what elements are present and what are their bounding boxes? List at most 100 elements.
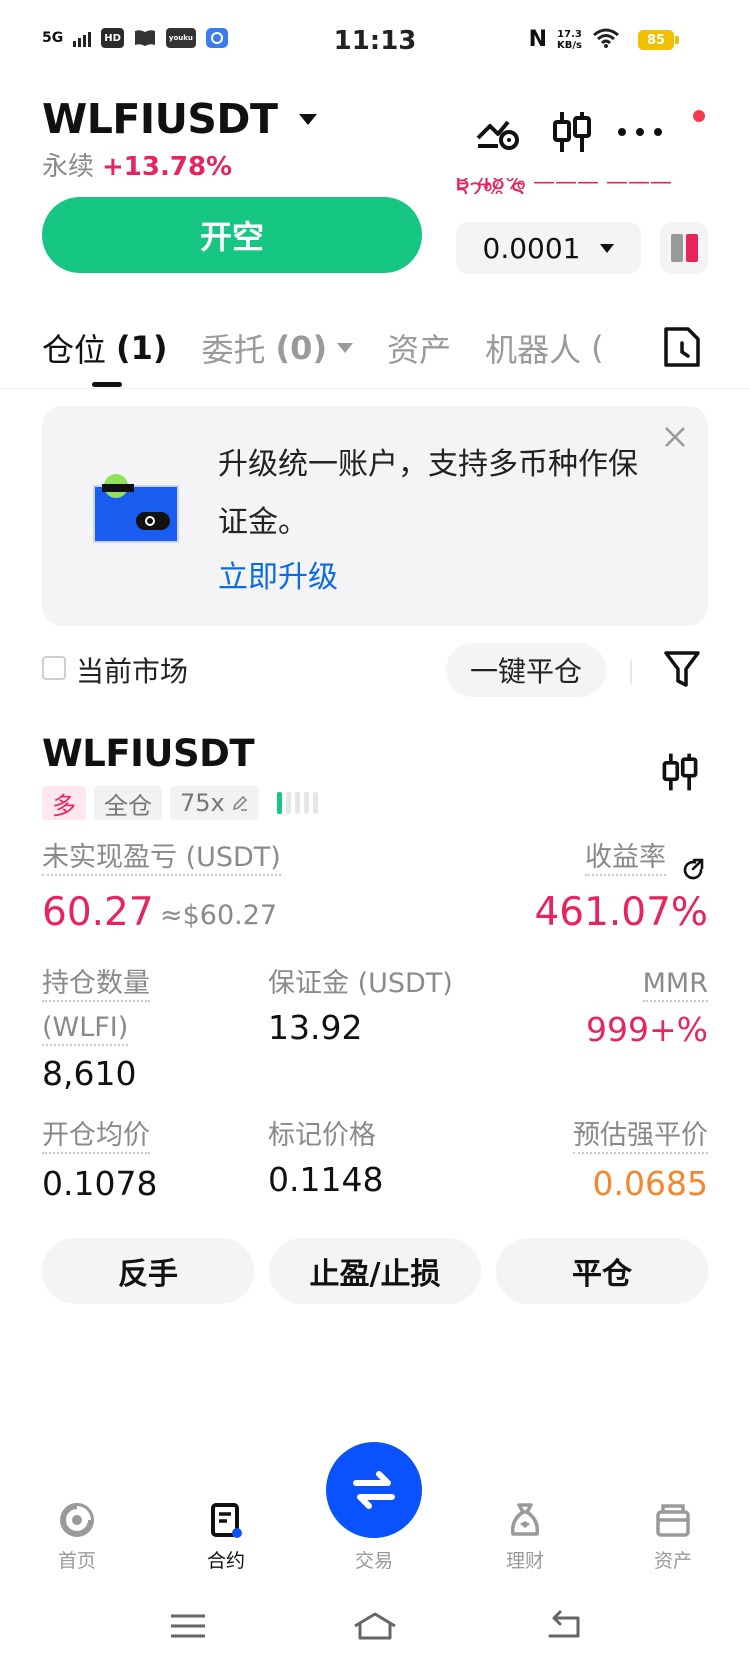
tab-scroll-fade — [600, 318, 640, 368]
nav-earn[interactable]: 理财 — [465, 1500, 585, 1573]
network-speed-value: 17.3 — [557, 29, 582, 40]
layout-ask-bar — [685, 234, 698, 262]
unrealized-pnl-value: 60.27 — [42, 890, 154, 935]
trade-fab-button[interactable] — [326, 1442, 422, 1538]
banner-text: 升级统一账户，支持多币种作保证金。 — [218, 447, 638, 540]
chevron-down-icon — [337, 343, 354, 353]
futures-icon — [211, 1503, 242, 1538]
current-market-checkbox[interactable] — [42, 656, 66, 680]
nav-assets[interactable]: 资产 — [613, 1500, 733, 1573]
chevron-down-icon — [600, 243, 615, 253]
tab-positions-count: (1) — [116, 329, 168, 367]
system-navigation-bar — [0, 1590, 750, 1667]
history-icon[interactable] — [662, 325, 702, 369]
adl-indicator — [276, 792, 318, 814]
chevron-down-icon — [299, 113, 318, 125]
open-short-button[interactable]: 开空 — [42, 197, 422, 273]
tab-bots[interactable]: 机器人 ( — [485, 325, 605, 371]
unrealized-pnl-usd: ≈$60.27 — [160, 900, 278, 931]
leverage-value: 75x — [180, 789, 225, 817]
tab-assets[interactable]: 资产 — [387, 325, 451, 371]
nav-home[interactable]: 首页 — [17, 1500, 137, 1573]
precision-selector[interactable]: 0.0001 — [456, 222, 641, 274]
tab-positions[interactable]: 仓位 (1) — [42, 325, 168, 371]
notification-dot — [693, 110, 705, 122]
position-symbol[interactable]: WLFIUSDT — [42, 732, 255, 775]
symbol-subtitle: 永续 +13.78% — [42, 146, 232, 183]
earn-icon — [510, 1503, 540, 1536]
margin-mode-badge: 全仓 — [94, 786, 162, 820]
side-badge: 多 — [42, 786, 86, 820]
nav-futures-label: 合约 — [206, 1550, 245, 1572]
position-size-value: 8,610 — [42, 1054, 137, 1093]
nav-home-label: 首页 — [57, 1550, 96, 1572]
battery-icon: 85 — [638, 30, 674, 50]
nav-earn-label: 理财 — [505, 1550, 544, 1572]
mark-price-label: 标记价格 — [268, 1120, 376, 1151]
current-market-label[interactable]: 当前市场 — [76, 650, 188, 690]
orderbook-layout-button[interactable] — [660, 222, 708, 274]
mmr-label[interactable]: MMR — [642, 968, 708, 1002]
layout-bid-bar — [670, 234, 683, 262]
upgrade-now-link[interactable]: 立即升级 — [218, 552, 338, 596]
wallet-illustration — [92, 474, 182, 546]
mark-price-value: 0.1148 — [268, 1160, 384, 1199]
network-speed: 17.3 KB/s — [557, 29, 582, 51]
margin-value: 13.92 — [268, 1008, 363, 1047]
roe-value: 461.07% — [534, 890, 708, 935]
candlestick-chart-icon[interactable] — [548, 108, 596, 156]
more-icon[interactable] — [616, 108, 664, 156]
network-speed-unit: KB/s — [557, 40, 582, 51]
close-all-button[interactable]: 一键平仓 — [446, 643, 606, 697]
wallet-icon — [656, 1504, 690, 1537]
tab-bots-label: 机器人 — [485, 331, 582, 369]
wifi-icon — [592, 27, 620, 53]
status-right: N 17.3 KB/s — [529, 27, 620, 53]
nav-assets-label: 资产 — [653, 1550, 692, 1572]
tabs-divider — [0, 388, 750, 389]
liquidation-price-value: 0.0685 — [592, 1164, 708, 1203]
reverse-button[interactable]: 反手 — [42, 1238, 254, 1304]
unrealized-pnl-label[interactable]: 未实现盈亏 (USDT) — [42, 842, 281, 876]
symbol-selector[interactable]: WLFIUSDT — [42, 95, 318, 143]
leverage-badge[interactable]: 75x — [170, 786, 259, 820]
symbol-name: WLFIUSDT — [42, 95, 278, 143]
upgrade-account-banner: 升级统一账户，支持多币种作保证金。 立即升级 — [42, 406, 708, 626]
price-change: +13.78% — [102, 152, 233, 182]
liquidation-price-label[interactable]: 预估强平价 — [573, 1120, 708, 1154]
tab-orders[interactable]: 委托 (0) — [202, 325, 354, 371]
status-bar: 5G HD youku 11:13 N 17.3 KB/s 85 — [0, 0, 750, 86]
share-icon[interactable] — [680, 857, 706, 883]
back-icon[interactable] — [540, 1606, 590, 1646]
mmr-value: 999+% — [586, 1010, 708, 1049]
entry-price-label[interactable]: 开仓均价 — [42, 1120, 150, 1154]
nav-futures[interactable]: 合约 — [166, 1500, 286, 1573]
candlestick-chart-icon[interactable] — [658, 748, 702, 796]
tp-sl-button[interactable]: 止盈/止损 — [269, 1238, 481, 1304]
filter-divider — [630, 660, 632, 684]
trade-swap-icon — [353, 1471, 395, 1509]
position-size-label[interactable]: 持仓数量 — [42, 968, 150, 1002]
close-position-button[interactable]: 平仓 — [496, 1238, 708, 1304]
filter-icon[interactable] — [662, 647, 702, 691]
margin-label: 保证金 (USDT) — [268, 968, 453, 999]
precision-value: 0.0001 — [482, 231, 581, 265]
active-tab-indicator — [92, 382, 122, 387]
price-alert-icon[interactable] — [474, 108, 522, 156]
nfc-icon: N — [528, 27, 548, 52]
edit-icon — [232, 795, 247, 811]
home-button-icon[interactable] — [350, 1606, 400, 1646]
home-icon — [60, 1503, 94, 1537]
close-icon[interactable] — [662, 424, 688, 450]
roe-label[interactable]: 收益率 — [585, 842, 666, 876]
orderbook-ratio-peek: B 48% ——— ——— 52% S — [455, 178, 672, 194]
contract-type: 永续 — [42, 152, 95, 182]
nav-trade-label: 交易 — [354, 1550, 393, 1572]
position-tabs: 仓位 (1) 委托 (0) 资产 机器人 ( — [42, 325, 605, 371]
entry-price-value: 0.1078 — [42, 1164, 158, 1203]
tab-positions-label: 仓位 — [42, 331, 107, 369]
tab-assets-label: 资产 — [387, 331, 452, 369]
tab-orders-label: 委托 — [201, 331, 266, 369]
menu-icon[interactable] — [163, 1606, 213, 1646]
position-size-unit[interactable]: (WLFI) — [42, 1012, 129, 1046]
